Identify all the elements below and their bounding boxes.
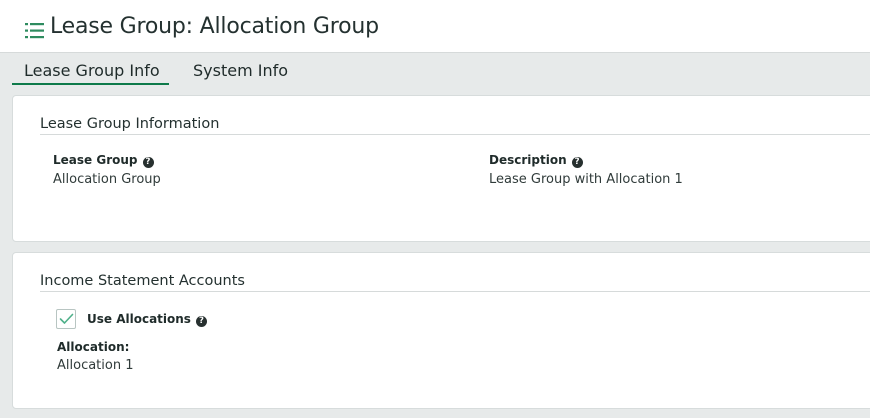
income-statement-accounts-card: Income Statement Accounts Use Allocation… bbox=[12, 252, 870, 409]
page-title: Lease Group: Allocation Group bbox=[50, 14, 379, 39]
help-icon[interactable]: ? bbox=[142, 157, 154, 168]
lease-group-label-text: Lease Group bbox=[53, 153, 138, 167]
use-allocations-label: Use Allocations? bbox=[87, 312, 207, 327]
lease-group-label: Lease Group? bbox=[53, 153, 154, 168]
active-tab-indicator bbox=[12, 83, 169, 85]
section-title-lease-group-information: Lease Group Information bbox=[40, 116, 220, 132]
description-label: Description? bbox=[489, 153, 583, 168]
page-header: Lease Group: Allocation Group bbox=[0, 0, 870, 53]
tab-system-info[interactable]: System Info bbox=[193, 61, 288, 80]
help-icon[interactable]: ? bbox=[195, 316, 207, 327]
checkmark-icon bbox=[59, 313, 74, 324]
allocation-value: Allocation 1 bbox=[57, 358, 134, 373]
section-divider bbox=[40, 134, 870, 135]
use-allocations-checkbox[interactable] bbox=[56, 309, 76, 329]
tab-lease-group-info[interactable]: Lease Group Info bbox=[24, 61, 160, 80]
section-divider bbox=[40, 291, 870, 292]
section-title-income-statement-accounts: Income Statement Accounts bbox=[40, 273, 245, 289]
allocation-label: Allocation: bbox=[57, 340, 130, 354]
description-value: Lease Group with Allocation 1 bbox=[489, 172, 683, 187]
list-icon bbox=[25, 22, 45, 40]
lease-group-information-card: Lease Group Information Lease Group? All… bbox=[12, 95, 870, 242]
help-icon[interactable]: ? bbox=[571, 157, 583, 168]
description-label-text: Description bbox=[489, 153, 567, 167]
lease-group-value: Allocation Group bbox=[53, 172, 161, 187]
use-allocations-label-text: Use Allocations bbox=[87, 312, 191, 326]
